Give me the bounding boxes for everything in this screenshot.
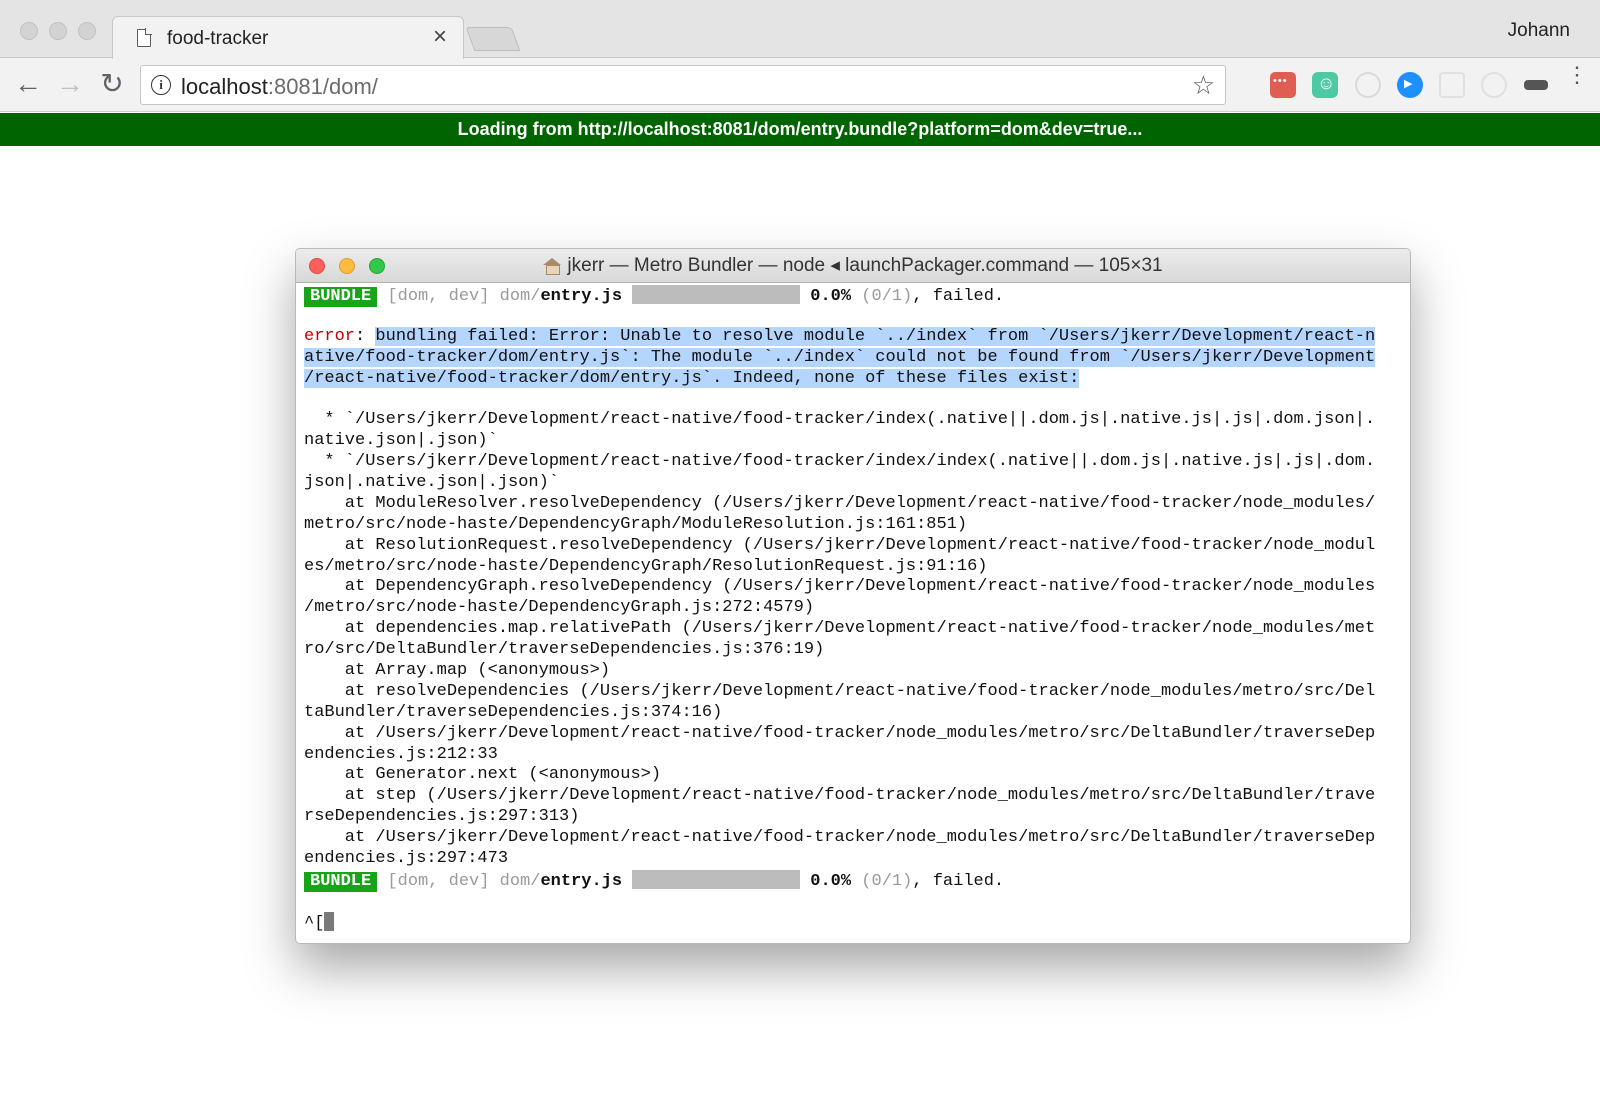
bundle-status: , failed. — [912, 871, 1005, 891]
loading-banner: Loading from http://localhost:8081/dom/e… — [0, 113, 1600, 146]
red-chat-extension-icon[interactable] — [1270, 72, 1296, 98]
stack-trace-line: at step (/Users/jkerr/Development/react-… — [304, 786, 1376, 806]
stack-trace-line: endencies.js:297:473 — [304, 849, 509, 869]
window-minimize-button[interactable] — [49, 22, 67, 40]
browser-toolbar: ← → ↻ i localhost:8081/dom/ ☆ ⋮ — [0, 58, 1600, 112]
stack-trace-line: es/metro/src/node-haste/DependencyGraph/… — [304, 556, 988, 576]
stack-trace-line: at /Users/jkerr/Development/react-native… — [304, 828, 1376, 848]
stack-trace-line: native.json|.json)` — [304, 431, 498, 451]
bundle-status-line: BUNDLE [dom, dev] dom/entry.js 0.0% (0/1… — [304, 869, 1404, 892]
tab-close-icon[interactable]: × — [433, 23, 447, 50]
mask-extension-icon[interactable] — [1523, 72, 1549, 98]
terminal-window[interactable]: jkerr — Metro Bundler — node ◂ launchPac… — [295, 248, 1411, 944]
error-label: error — [304, 326, 356, 346]
tab-title: food-tracker — [167, 28, 269, 49]
prompt-line[interactable]: ^[ — [304, 911, 1404, 933]
stack-trace-line: taBundler/traverseDependencies.js:374:16… — [304, 702, 723, 722]
stack-trace-line: at /Users/jkerr/Development/react-native… — [304, 723, 1376, 743]
error-line: /react-native/food-tracker/dom/entry.js`… — [304, 368, 1404, 390]
forward-icon[interactable]: → — [54, 68, 86, 100]
bundle-status: , failed. — [912, 287, 1005, 306]
bundle-file: entry.js — [540, 871, 623, 891]
stack-trace-line: metro/src/node-haste/DependencyGraph/Mod… — [304, 514, 968, 534]
tab-strip: food-tracker × Johann — [0, 0, 1600, 59]
error-message-line: ative/food-tracker/dom/entry.js`: The mo… — [304, 347, 1376, 367]
bundle-file: entry.js — [540, 287, 623, 306]
stack-trace-line: json|.native.json|.json)` — [304, 473, 560, 493]
home-icon — [543, 258, 562, 275]
reload-icon[interactable]: ↻ — [96, 68, 128, 100]
terminal-titlebar[interactable]: jkerr — Metro Bundler — node ◂ launchPac… — [296, 249, 1410, 283]
green-smiley-extension-icon[interactable] — [1312, 72, 1338, 98]
tab-food-tracker[interactable]: food-tracker × — [112, 16, 464, 59]
browser-chrome: food-tracker × Johann ← → ↻ i localhost:… — [0, 0, 1600, 112]
window-zoom-button[interactable] — [78, 22, 96, 40]
prompt-text: ^[ — [304, 913, 325, 933]
stack-trace-line: at Array.map (<anonymous>) — [304, 661, 611, 681]
stack-trace-line: /metro/src/node-haste/DependencyGraph.js… — [304, 598, 815, 618]
bundle-badge: BUNDLE — [304, 871, 378, 892]
bundle-tags: [dom, dev] dom/ — [377, 287, 541, 306]
stack-trace-line: * `/Users/jkerr/Development/react-native… — [304, 452, 1376, 472]
back-icon[interactable]: ← — [12, 68, 44, 100]
stack-trace-line: at resolveDependencies (/Users/jkerr/Dev… — [304, 681, 1376, 701]
stack-trace-line: at DependencyGraph.resolveDependency (/U… — [304, 577, 1376, 597]
bundle-status-line: BUNDLE [dom, dev] dom/entry.js 0.0% (0/1… — [304, 285, 1404, 307]
gray-gear-extension-icon[interactable] — [1439, 72, 1465, 98]
bundle-count: (0/1) — [851, 287, 913, 306]
bundle-percent: 0.0% — [810, 871, 852, 891]
new-tab-button[interactable] — [465, 27, 521, 51]
stack-trace-line: at ResolutionRequest.resolveDependency (… — [304, 535, 1376, 555]
bundle-percent: 0.0% — [810, 287, 852, 306]
bundle-progress-bar — [632, 869, 801, 889]
profile-name[interactable]: Johann — [1508, 20, 1570, 42]
stack-trace-line: at ModuleResolver.resolveDependency (/Us… — [304, 493, 1376, 513]
stack-trace-line: * `/Users/jkerr/Development/react-native… — [304, 410, 1376, 430]
address-bar[interactable]: i localhost:8081/dom/ ☆ — [140, 65, 1226, 105]
bundle-progress-bar — [632, 285, 801, 304]
bookmark-star-icon[interactable]: ☆ — [1192, 70, 1215, 101]
error-line: ative/food-tracker/dom/entry.js`: The mo… — [304, 347, 1404, 369]
window-close-button[interactable] — [20, 22, 38, 40]
terminal-cursor — [324, 911, 335, 931]
terminal-title-text: jkerr — Metro Bundler — node ◂ launchPac… — [567, 255, 1163, 276]
gray-circle-extension-icon[interactable] — [1355, 72, 1381, 98]
stack-trace-line: ro/src/DeltaBundler/traverseDependencies… — [304, 640, 825, 660]
bundle-count: (0/1) — [851, 871, 913, 891]
stack-trace-line: at Generator.next (<anonymous>) — [304, 765, 662, 785]
browser-menu-icon[interactable]: ⋮ — [1566, 64, 1588, 86]
url-path: :8081/dom/ — [267, 74, 378, 99]
bundle-badge: BUNDLE — [304, 287, 378, 307]
stack-trace: * `/Users/jkerr/Development/react-native… — [304, 410, 1404, 870]
stack-trace-line: at dependencies.map.relativePath (/Users… — [304, 619, 1376, 639]
error-message-line: bundling failed: Error: Unable to resolv… — [375, 326, 1376, 346]
blue-video-extension-icon[interactable] — [1397, 72, 1423, 98]
terminal-output[interactable]: BUNDLE [dom, dev] dom/entry.js 0.0% (0/1… — [304, 285, 1404, 933]
error-separator: : — [355, 326, 376, 346]
stack-trace-line: endencies.js:212:33 — [304, 744, 498, 764]
url-text[interactable]: localhost:8081/dom/ — [181, 74, 378, 100]
bundle-tags: [dom, dev] dom/ — [377, 871, 541, 891]
error-message-line: /react-native/food-tracker/dom/entry.js`… — [304, 368, 1080, 388]
error-line: error: bundling failed: Error: Unable to… — [304, 326, 1404, 348]
document-icon — [137, 29, 151, 47]
gray-moon-extension-icon[interactable] — [1481, 72, 1507, 98]
stack-trace-line: rseDependencies.js:297:313) — [304, 807, 580, 827]
terminal-title: jkerr — Metro Bundler — node ◂ launchPac… — [296, 249, 1410, 283]
url-host: localhost — [181, 74, 268, 99]
info-icon[interactable]: i — [151, 75, 171, 95]
